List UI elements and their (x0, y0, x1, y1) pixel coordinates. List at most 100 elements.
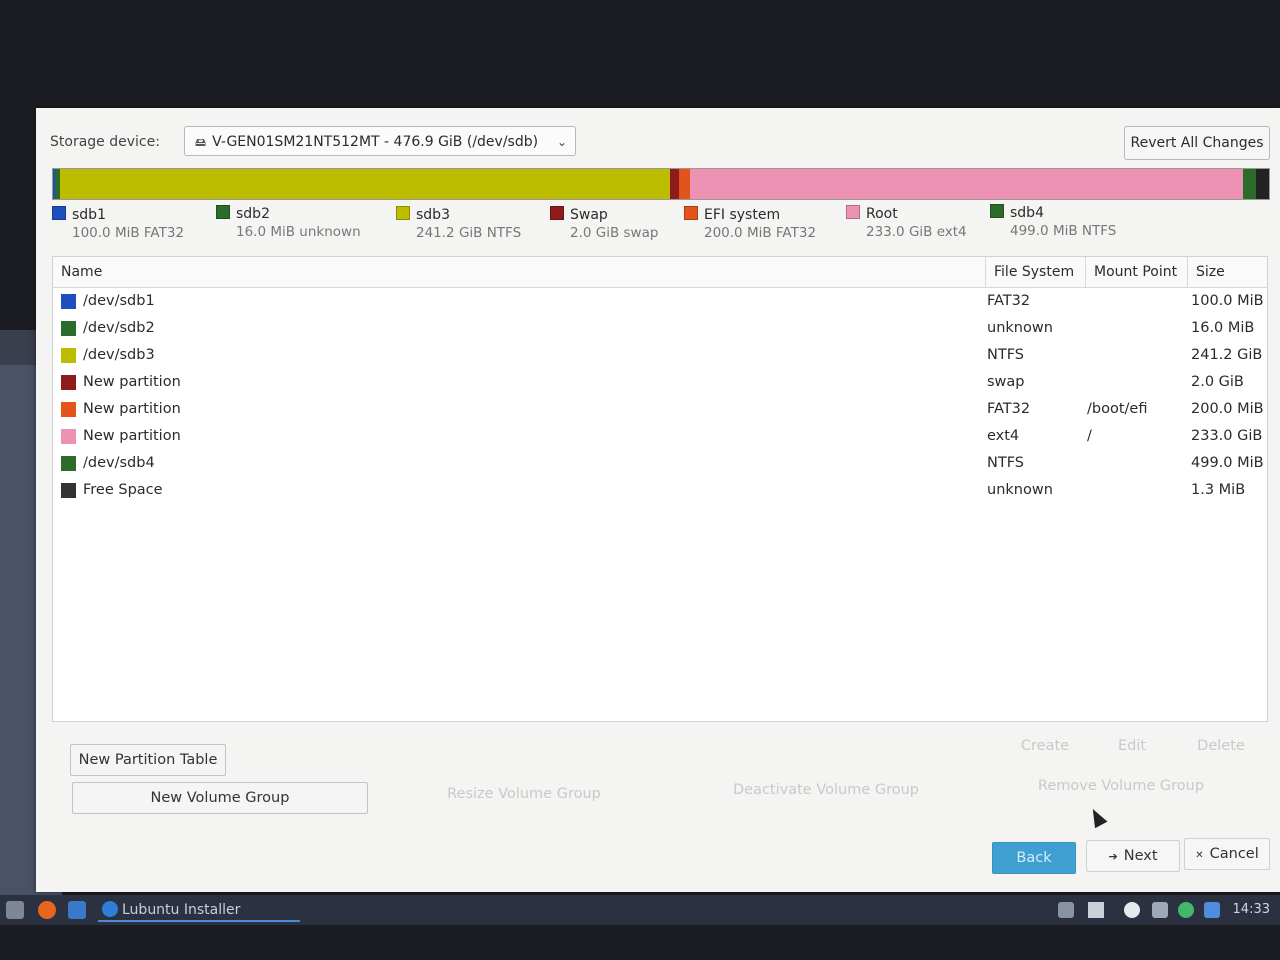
legend-item: sdb1 100.0 MiB FAT32 (52, 206, 184, 241)
display-icon[interactable] (1204, 902, 1220, 918)
partition-name: Free Space (83, 482, 163, 498)
partition-legend: sdb1 100.0 MiB FAT32 sdb2 16.0 MiB unknown s… (52, 204, 1270, 246)
partition-file-system: NTFS (987, 347, 1024, 363)
partition-name: /dev/sdb1 (83, 293, 155, 309)
table-header: Name File System Mount Point Size (53, 257, 1267, 288)
revert-all-changes-button[interactable]: Revert All Changes (1124, 126, 1270, 160)
partition-size: 241.2 GiB (1191, 347, 1263, 363)
partition-table: Name File System Mount Point Size /dev/s… (52, 256, 1268, 722)
legend-swatch (684, 206, 698, 220)
column-name[interactable]: Name (53, 257, 985, 287)
tray-icon[interactable] (1058, 902, 1074, 918)
back-button[interactable]: Back (992, 842, 1076, 874)
partition-name: New partition (83, 374, 181, 390)
table-row[interactable]: New partition swap 2.0 GiB (53, 369, 1267, 396)
remove-volume-group-button[interactable]: Remove Volume Group (978, 770, 1264, 802)
legend-name: sdb1 (72, 207, 106, 223)
lubuntu-icon (102, 901, 118, 917)
resize-volume-group-button[interactable]: Resize Volume Group (374, 778, 674, 810)
partition-color-swatch (61, 294, 76, 309)
volume-icon[interactable] (1088, 902, 1104, 918)
legend-detail: 200.0 MiB FAT32 (704, 225, 817, 241)
table-row[interactable]: /dev/sdb1 FAT32 100.0 MiB (53, 288, 1267, 315)
partition-usage-bar (52, 168, 1270, 200)
storage-row: Storage device: 🖴 V-GEN01SM21NT512MT - 47… (50, 126, 1270, 160)
notification-icon[interactable] (1124, 902, 1140, 918)
mouse-cursor-icon (1086, 805, 1108, 829)
partition-name: New partition (83, 428, 181, 444)
chevron-down-icon: ⌄ (556, 135, 567, 149)
partition-file-system: unknown (987, 320, 1053, 336)
legend-name: sdb4 (1010, 205, 1044, 221)
app-menu-icon[interactable] (6, 901, 24, 919)
column-file-system[interactable]: File System (985, 257, 1085, 287)
legend-swatch (550, 206, 564, 220)
partition-file-system: NTFS (987, 455, 1024, 471)
table-row[interactable]: /dev/sdb3 NTFS 241.2 GiB (53, 342, 1267, 369)
deactivate-volume-group-button[interactable]: Deactivate Volume Group (676, 774, 976, 806)
next-button[interactable]: ➔ Next (1086, 840, 1180, 872)
partition-rows: /dev/sdb1 FAT32 100.0 MiB/dev/sdb2 unknown 1… (53, 288, 1267, 504)
back-label: Back (1016, 850, 1052, 866)
storage-device-select[interactable]: 🖴 V-GEN01SM21NT512MT - 476.9 GiB (/dev/sd… (184, 126, 576, 156)
arrow-right-icon: ➔ (1108, 850, 1118, 863)
partition-bar-segment (1255, 169, 1269, 199)
partition-size: 200.0 MiB (1191, 401, 1264, 417)
update-icon[interactable] (1178, 902, 1194, 918)
partition-color-swatch (61, 429, 76, 444)
partition-file-system: unknown (987, 482, 1053, 498)
create-button[interactable]: Create (1002, 730, 1088, 762)
table-row[interactable]: New partition FAT32/boot/efi 200.0 MiB (53, 396, 1267, 423)
table-row[interactable]: /dev/sdb4 NTFS 499.0 MiB (53, 450, 1267, 477)
legend-swatch (846, 205, 860, 219)
partition-mount-point: / (1087, 428, 1092, 444)
partition-color-swatch (61, 402, 76, 417)
taskbar: Lubuntu Installer 14:33 (0, 895, 1280, 925)
table-row[interactable]: Free Space unknown 1.3 MiB (53, 477, 1267, 504)
column-mount-point[interactable]: Mount Point (1085, 257, 1187, 287)
legend-detail: 241.2 GiB NTFS (416, 225, 522, 241)
delete-button[interactable]: Delete (1176, 730, 1266, 762)
legend-detail: 2.0 GiB swap (570, 225, 659, 241)
legend-item: Swap 2.0 GiB swap (550, 206, 658, 241)
legend-name: sdb2 (236, 206, 270, 222)
installer-window: Storage device: 🖴 V-GEN01SM21NT512MT - 47… (36, 108, 1280, 892)
edit-button[interactable]: Edit (1094, 730, 1170, 762)
table-row[interactable]: New partition ext4 / 233.0 GiB (53, 423, 1267, 450)
partition-color-swatch (61, 348, 76, 363)
partition-file-system: swap (987, 374, 1025, 390)
legend-item: sdb3 241.2 GiB NTFS (396, 206, 521, 241)
file-manager-icon[interactable] (68, 901, 86, 919)
legend-swatch (216, 205, 230, 219)
partition-name: New partition (83, 401, 181, 417)
legend-name: Root (866, 206, 898, 222)
network-icon[interactable] (1152, 902, 1168, 918)
new-volume-group-button[interactable]: New Volume Group (72, 782, 368, 814)
legend-detail: 100.0 MiB FAT32 (72, 225, 185, 241)
partition-size: 16.0 MiB (1191, 320, 1255, 336)
partition-file-system: ext4 (987, 428, 1020, 444)
firefox-icon[interactable] (38, 901, 56, 919)
partition-color-swatch (61, 456, 76, 471)
new-partition-table-button[interactable]: New Partition Table (70, 744, 226, 776)
partition-size: 1.3 MiB (1191, 482, 1246, 498)
legend-item: EFI system 200.0 MiB FAT32 (684, 206, 816, 241)
legend-item: sdb4 499.0 MiB NTFS (990, 204, 1116, 239)
table-row[interactable]: /dev/sdb2 unknown 16.0 MiB (53, 315, 1267, 342)
partition-bar-segment (679, 169, 691, 199)
legend-detail: 499.0 MiB NTFS (1010, 223, 1117, 239)
next-label: Next (1123, 848, 1158, 864)
legend-name: sdb3 (416, 207, 450, 223)
storage-device-value: V-GEN01SM21NT512MT - 476.9 GiB (/dev/sdb… (212, 134, 539, 150)
cancel-button[interactable]: ✕ Cancel (1184, 838, 1270, 870)
legend-swatch (396, 206, 410, 220)
legend-name: EFI system (704, 207, 781, 223)
partition-bar-segment (1243, 169, 1256, 199)
taskbar-task-label: Lubuntu Installer (122, 902, 241, 918)
partition-name: /dev/sdb3 (83, 347, 155, 363)
legend-detail: 16.0 MiB unknown (236, 224, 361, 240)
legend-swatch (990, 204, 1004, 218)
taskbar-task-lubuntu-installer[interactable]: Lubuntu Installer (98, 898, 300, 922)
partition-size: 499.0 MiB (1191, 455, 1264, 471)
column-size[interactable]: Size (1187, 257, 1269, 287)
